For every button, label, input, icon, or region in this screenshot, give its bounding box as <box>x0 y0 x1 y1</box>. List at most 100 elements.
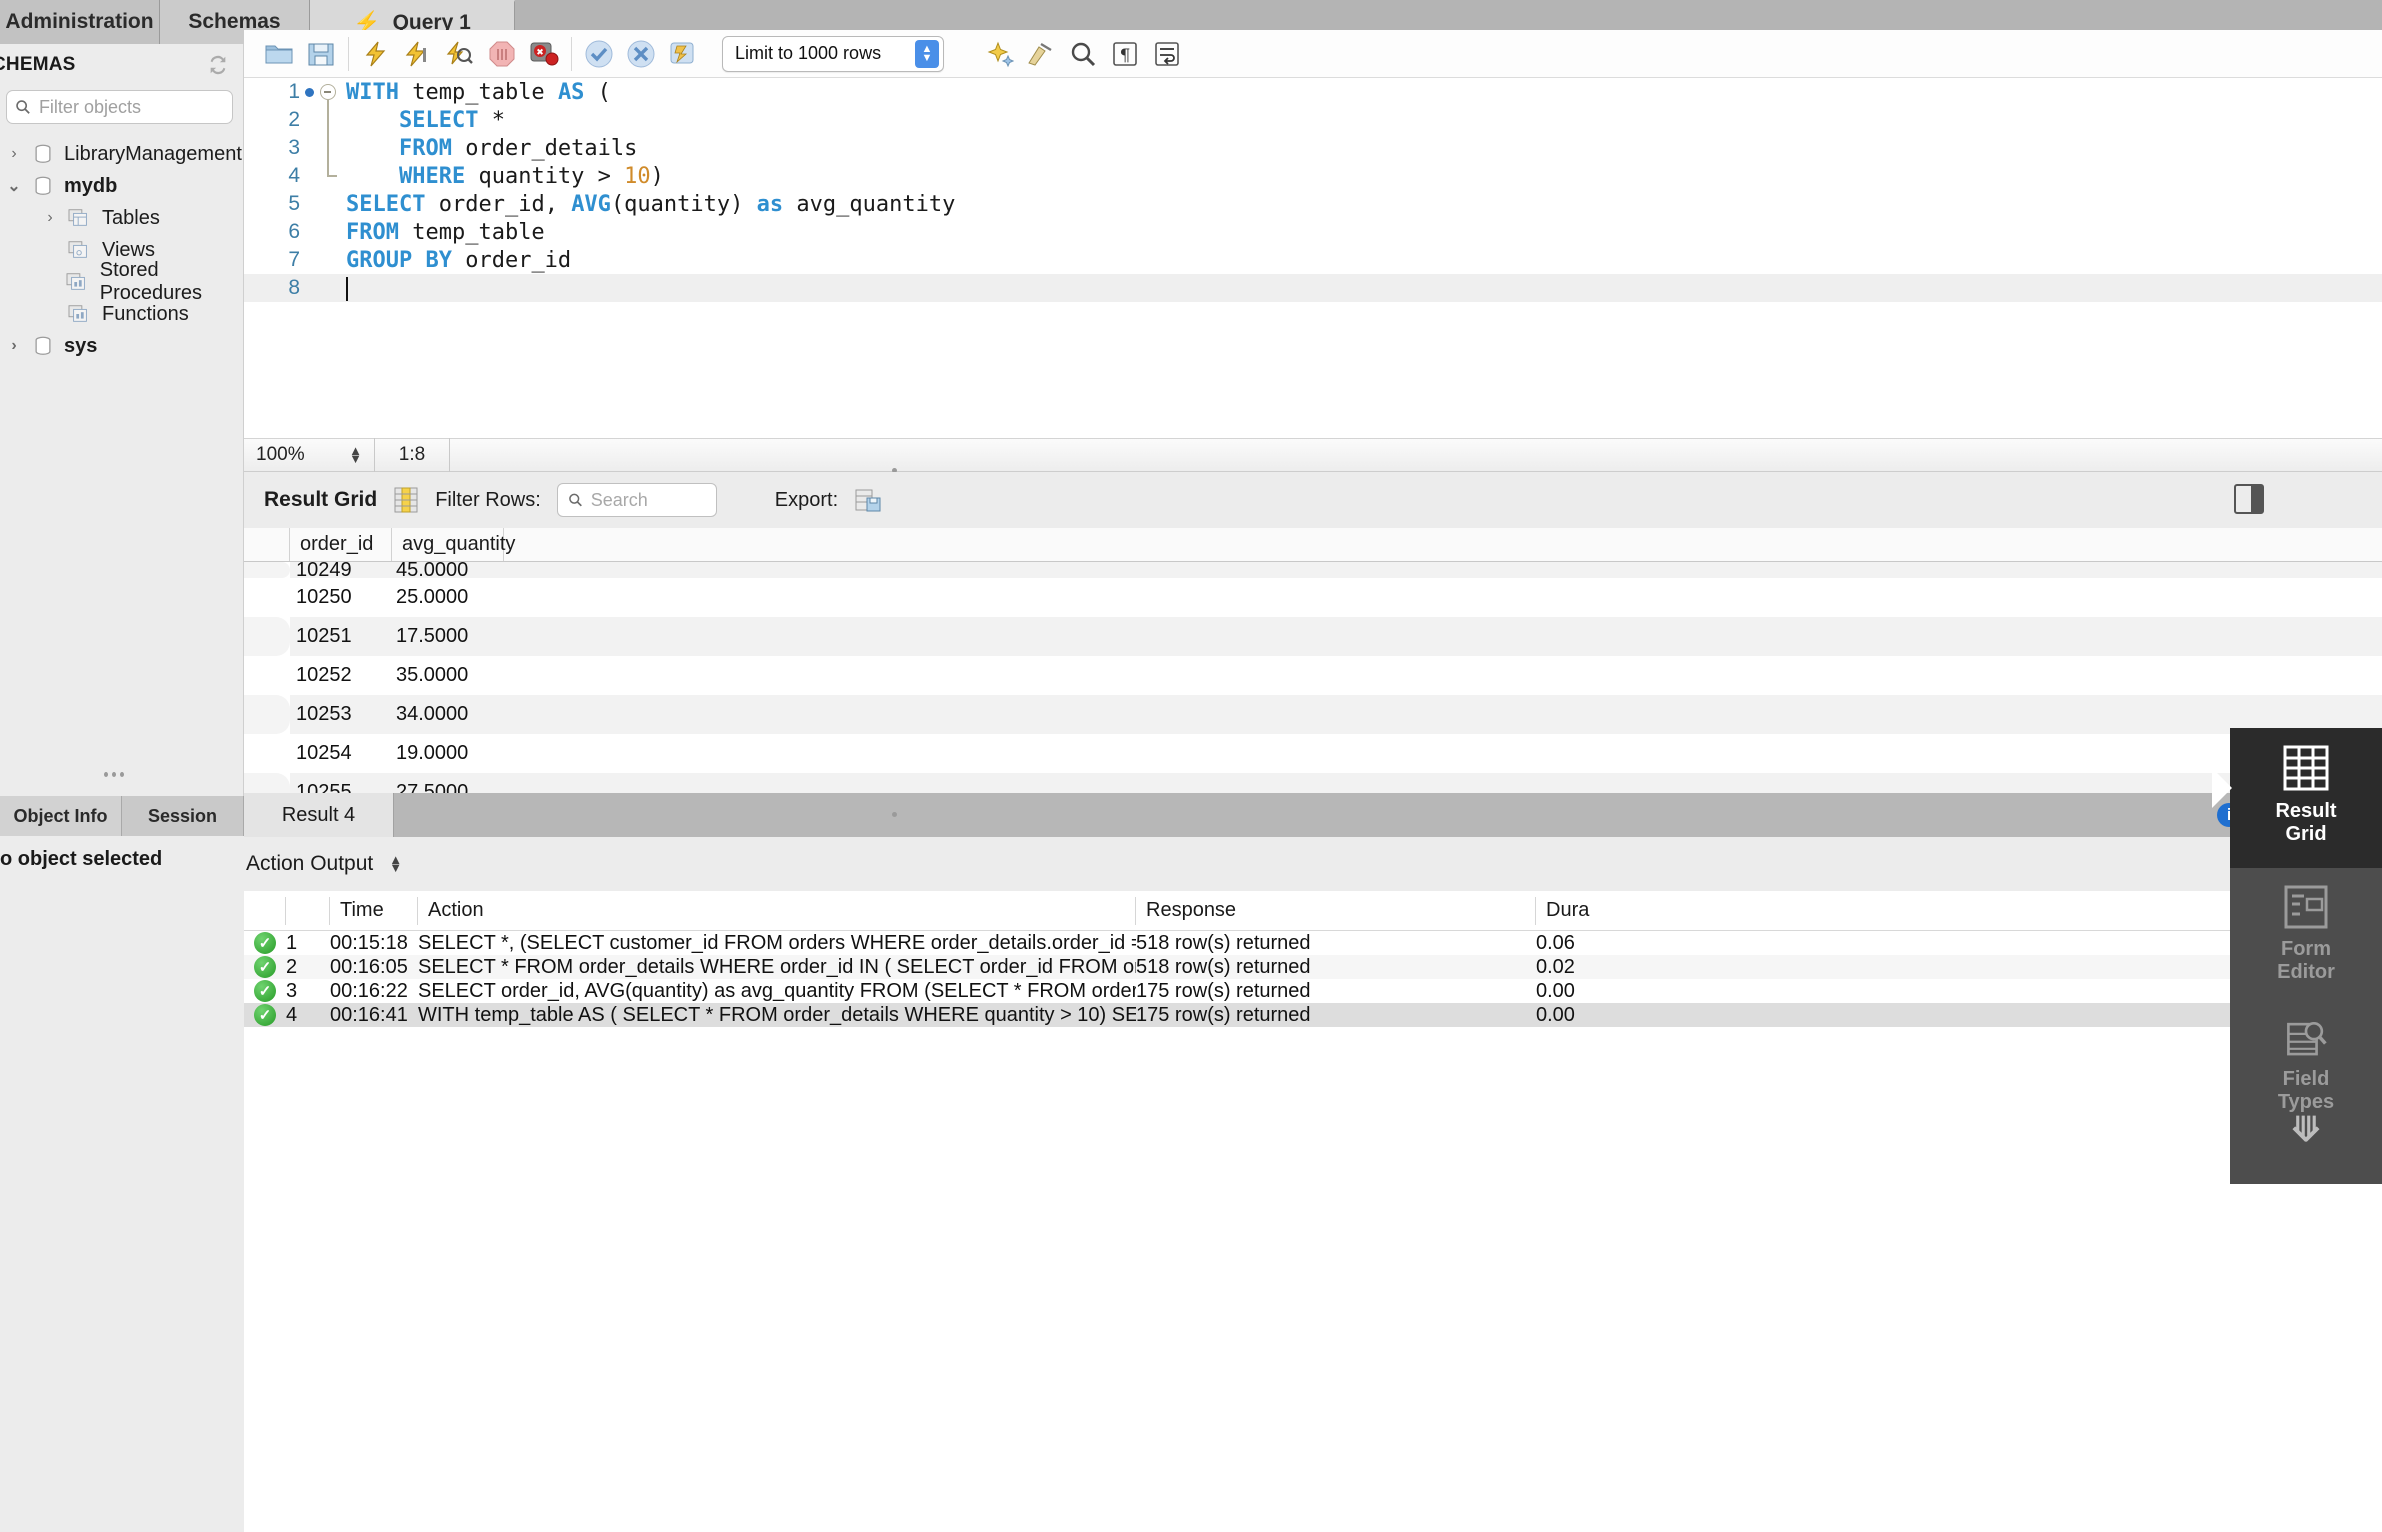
cell-order-id[interactable]: 10250 <box>290 578 392 617</box>
row-selector[interactable] <box>244 656 290 695</box>
chevron-right-icon[interactable]: › <box>6 337 22 355</box>
stop-on-error-button[interactable]: ✖ <box>523 34 565 74</box>
breakpoint-dot-icon[interactable] <box>305 88 314 97</box>
result-search-box[interactable] <box>556 483 717 517</box>
cell-avg-quantity[interactable]: 45.0000 <box>392 562 504 578</box>
stepper-icon[interactable]: ▲ ▼ <box>349 444 362 465</box>
autocommit-button[interactable] <box>662 34 704 74</box>
action-output-row[interactable]: ✓ 2 00:16:05 SELECT * FROM order_details… <box>244 955 2382 979</box>
row-selector[interactable] <box>244 695 290 734</box>
cell-avg-quantity[interactable]: 27.5000 <box>392 773 504 793</box>
column-header-action[interactable]: Action <box>418 896 1136 925</box>
cell-avg-quantity[interactable]: 19.0000 <box>392 734 504 773</box>
wrap-lines-button[interactable] <box>1146 34 1188 74</box>
filter-objects-input[interactable] <box>38 96 224 118</box>
format-button[interactable] <box>1020 34 1062 74</box>
commit-button[interactable] <box>578 34 620 74</box>
code-line-6[interactable]: 6 FROM temp_table <box>244 218 2382 246</box>
code-line-2[interactable]: 2 SELECT * <box>244 106 2382 134</box>
table-row[interactable]: 10254 19.0000 <box>244 734 2382 773</box>
row-selector[interactable] <box>244 734 290 773</box>
result-output-splitter[interactable] <box>892 812 912 818</box>
sidebar-tab-session[interactable]: Session <box>122 796 244 836</box>
toggle-invisible-chars-button[interactable]: ¶ <box>1104 34 1146 74</box>
fold-collapse-icon[interactable] <box>320 84 336 100</box>
cell-order-id[interactable]: 10255 <box>290 773 392 793</box>
cell-avg-quantity[interactable]: 17.5000 <box>392 617 504 656</box>
cell-order-id[interactable]: 10249 <box>290 562 392 578</box>
action-output-row[interactable]: ✓ 1 00:15:18 SELECT *, (SELECT customer_… <box>244 931 2382 955</box>
sidebar-tab-object-info[interactable]: Object Info <box>0 796 122 836</box>
cell-avg-quantity[interactable]: 34.0000 <box>392 695 504 734</box>
row-selector[interactable] <box>244 562 290 578</box>
result-search-input[interactable] <box>590 489 706 511</box>
tree-item-mydb[interactable]: ⌄ mydb <box>0 170 243 202</box>
table-row[interactable]: 10252 35.0000 <box>244 656 2382 695</box>
rollback-button[interactable] <box>620 34 662 74</box>
tree-item-librarymanagement[interactable]: › LibraryManagement <box>0 138 243 170</box>
column-header-time[interactable]: Time <box>330 896 418 925</box>
filter-objects-box[interactable] <box>6 90 233 124</box>
save-sql-file-button[interactable] <box>300 34 342 74</box>
column-header-order-id[interactable]: order_id <box>290 528 392 561</box>
line-markers[interactable] <box>300 78 346 170</box>
table-row[interactable]: 10251 17.5000 <box>244 617 2382 656</box>
chevron-down-icon[interactable]: ⟱ <box>2292 1113 2321 1147</box>
open-sql-file-button[interactable] <box>258 34 300 74</box>
result-tab-result-4[interactable]: Result 4 <box>244 793 394 837</box>
limit-rows-select[interactable]: Limit to 1000 rows ▲ ▼ <box>722 35 944 72</box>
table-row[interactable]: 10253 34.0000 <box>244 695 2382 734</box>
chevron-down-icon[interactable]: ⌄ <box>6 176 22 196</box>
code-line-4[interactable]: 4 WHERE quantity > 10) <box>244 162 2382 190</box>
toggle-panel-icon[interactable] <box>2234 484 2264 514</box>
filter-rows-label: Filter Rows: <box>435 488 541 511</box>
column-header-avg-quantity[interactable]: avg_quantity <box>392 528 515 561</box>
row-selector[interactable] <box>244 617 290 656</box>
table-row[interactable]: 10249 45.0000 <box>244 562 2382 578</box>
chevron-right-icon[interactable]: › <box>6 145 22 163</box>
cell-order-id[interactable]: 10253 <box>290 695 392 734</box>
execute-button[interactable] <box>355 34 397 74</box>
result-grid[interactable]: order_id avg_quantity 10249 45.0000 1025… <box>244 528 2382 793</box>
chevron-right-icon[interactable]: › <box>42 209 58 227</box>
editor-zoom-control[interactable]: 100% ▲ ▼ <box>244 444 374 466</box>
row-selector[interactable] <box>244 773 290 793</box>
sql-editor[interactable]: 1 WITH temp_table AS ( 2 SELECT * 3 FROM… <box>244 78 2382 438</box>
tab-administration[interactable]: Administration <box>0 0 160 44</box>
refresh-icon[interactable] <box>207 54 229 76</box>
tree-item-sys[interactable]: › sys <box>0 330 243 362</box>
action-output-table[interactable]: Time Action Response Dura ✓ 1 00:15:18 S… <box>244 891 2382 1032</box>
rail-item-field-types[interactable]: Field Types ⟱ <box>2230 1004 2382 1147</box>
tree-item-tables[interactable]: › Tables <box>0 202 243 234</box>
code-line-5[interactable]: 5 SELECT order_id, AVG(quantity) as avg_… <box>244 190 2382 218</box>
code-line-3[interactable]: 3 FROM order_details <box>244 134 2382 162</box>
tree-item-stored-procedures[interactable]: › Stored Procedures <box>0 259 243 304</box>
cell-avg-quantity[interactable]: 25.0000 <box>392 578 504 617</box>
grid-icon[interactable] <box>393 485 419 515</box>
rail-item-form-editor[interactable]: Form Editor <box>2230 868 2382 1004</box>
code-line-1[interactable]: 1 WITH temp_table AS ( <box>244 78 2382 170</box>
rail-item-result-grid[interactable]: Result Grid <box>2230 728 2382 868</box>
action-output-stepper-icon[interactable]: ▲ ▼ <box>389 853 402 874</box>
sidebar-splitter-handle[interactable] <box>104 772 124 778</box>
cell-filler <box>504 656 2382 695</box>
cell-order-id[interactable]: 10254 <box>290 734 392 773</box>
beautify-sql-button[interactable] <box>978 34 1020 74</box>
action-output-row[interactable]: ✓ 3 00:16:22 SELECT order_id, AVG(quanti… <box>244 979 2382 1003</box>
table-row[interactable]: 10255 27.5000 <box>244 773 2382 793</box>
column-header-response[interactable]: Response <box>1136 896 1536 925</box>
export-icon[interactable] <box>854 486 882 514</box>
stop-button[interactable] <box>481 34 523 74</box>
row-selector[interactable] <box>244 578 290 617</box>
cell-avg-quantity[interactable]: 35.0000 <box>392 656 504 695</box>
find-button[interactable] <box>1062 34 1104 74</box>
action-output-row[interactable]: ✓ 4 00:16:41 WITH temp_table AS ( SELECT… <box>244 1003 2382 1027</box>
explain-button[interactable] <box>439 34 481 74</box>
cell-order-id[interactable]: 10252 <box>290 656 392 695</box>
cell-order-id[interactable]: 10251 <box>290 617 392 656</box>
code-line-8[interactable]: 8 <box>244 274 2382 302</box>
execute-current-statement-button[interactable] <box>397 34 439 74</box>
code-line-7[interactable]: 7 GROUP BY order_id <box>244 246 2382 274</box>
table-row[interactable]: 10250 25.0000 <box>244 578 2382 617</box>
chevron-updown-icon[interactable]: ▲ ▼ <box>915 39 939 68</box>
